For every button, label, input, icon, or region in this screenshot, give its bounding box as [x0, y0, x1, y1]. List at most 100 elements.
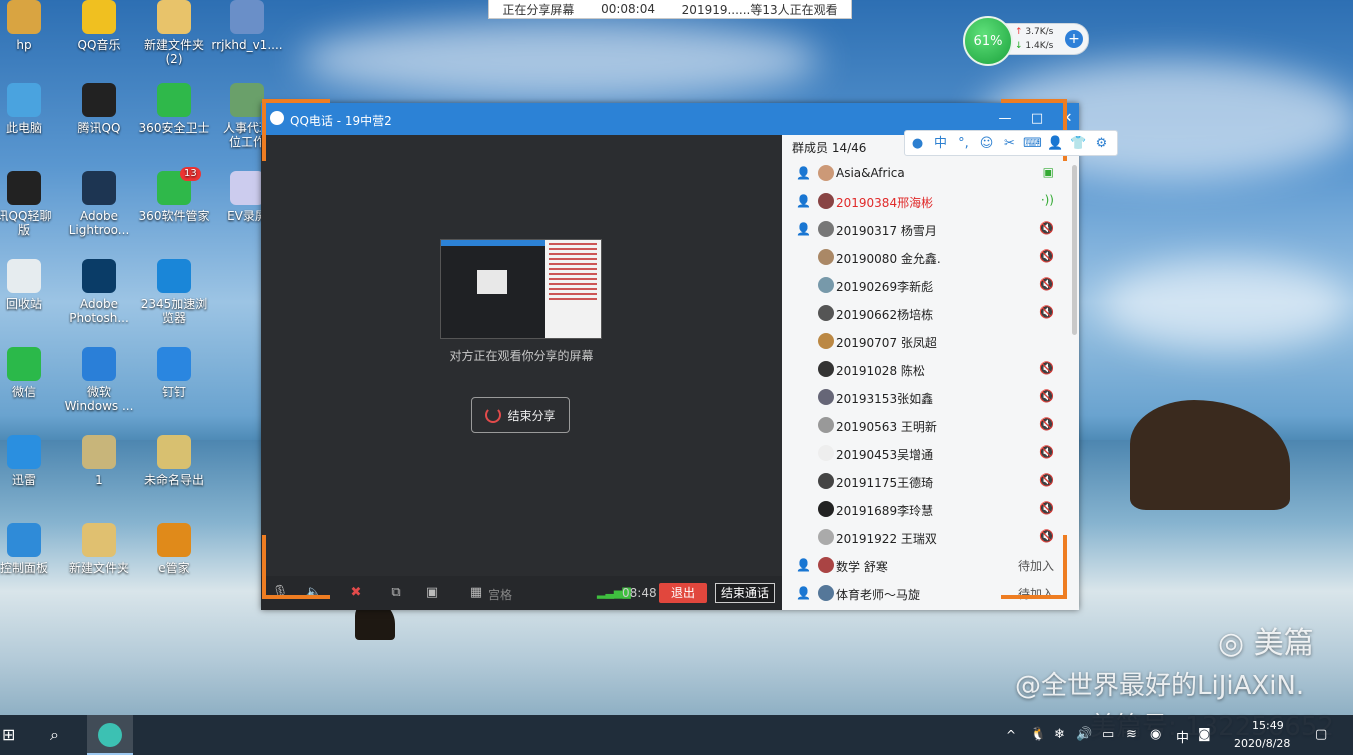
- desktop-icon-label: 360软件管家: [138, 209, 210, 223]
- ime-lang-toggle[interactable]: 中: [931, 134, 950, 153]
- online-user-icon: 👤: [796, 586, 811, 600]
- avatar: [818, 389, 834, 405]
- ime-toolbar[interactable]: ● 中 °, ☺ ✂ ⌨ 👤 👕 ⚙: [904, 130, 1118, 156]
- clock-date[interactable]: 2020/8/28: [1234, 737, 1290, 750]
- avatar: [818, 417, 834, 433]
- wifi-icon[interactable]: ≋: [1126, 727, 1137, 742]
- keyboard-icon[interactable]: ⌨: [1023, 134, 1042, 153]
- desktop-icon[interactable]: hp: [0, 0, 60, 52]
- avatar: [818, 585, 834, 601]
- member-row[interactable]: 👤 20190317 杨雪月 🔇: [782, 215, 1072, 243]
- person-icon[interactable]: 👤: [1046, 134, 1065, 153]
- scissors-icon[interactable]: ✂: [1000, 134, 1019, 153]
- member-row[interactable]: 20191689李玲慧 🔇: [782, 495, 1072, 523]
- desktop-icon[interactable]: 钉钉: [138, 347, 210, 399]
- desktop-icon[interactable]: 腾讯QQ: [63, 83, 135, 135]
- settings-gear-icon[interactable]: ⚙: [1092, 134, 1111, 153]
- notification-badge: 13: [180, 167, 201, 181]
- app-icon: [7, 435, 41, 469]
- punctuation-icon[interactable]: °,: [954, 134, 973, 153]
- desktop-icon[interactable]: 2345加速浏 览器: [138, 259, 210, 325]
- member-name: 体育老师～马旋: [836, 588, 921, 602]
- member-row[interactable]: 20191175王德琦 🔇: [782, 467, 1072, 495]
- app-icon: [82, 171, 116, 205]
- end-share-button[interactable]: 结束分享: [471, 397, 570, 433]
- grid-label[interactable]: 宫格: [488, 586, 512, 603]
- tray-360-icon[interactable]: ◉: [1150, 727, 1161, 742]
- desktop-icon[interactable]: 回收站: [0, 259, 60, 311]
- qq-call-window[interactable]: QQ电话 - 19中营2 — □ ✕ 对方正在观看你分享的屏幕 结束分享 🎙 🔈…: [261, 99, 1079, 610]
- desktop-icon[interactable]: e管家: [138, 523, 210, 575]
- member-row[interactable]: 20190662杨培栋 🔇: [782, 299, 1072, 327]
- memory-ball[interactable]: 61%: [963, 16, 1013, 66]
- desktop-icon[interactable]: 360安全卫士: [138, 83, 210, 135]
- mic-muted-icon: 🔇: [1039, 501, 1054, 515]
- desktop-icon[interactable]: QQ音乐: [63, 0, 135, 52]
- network-icon[interactable]: ▭: [1102, 727, 1114, 742]
- member-row[interactable]: 20193153张如鑫 🔇: [782, 383, 1072, 411]
- member-name: 20190707 张凤超: [836, 336, 937, 350]
- member-name: 20190317 杨雪月: [836, 224, 937, 238]
- desktop-icon[interactable]: 360软件管家 13: [138, 167, 210, 223]
- up-arrow-icon: ↑: [1015, 27, 1023, 37]
- share-screen-icon[interactable]: ⧉: [387, 585, 405, 601]
- desktop-icon[interactable]: Adobe Lightroo...: [63, 171, 135, 237]
- avatar: [818, 333, 834, 349]
- member-row[interactable]: 👤 Asia&Africa ▣: [782, 159, 1072, 187]
- desktop-icon[interactable]: 微软 Windows ...: [63, 347, 135, 413]
- tray-qq-icon-2[interactable]: ◙: [1198, 727, 1211, 742]
- member-scrollbar[interactable]: [1072, 165, 1077, 335]
- desktop-icon-label: 回收站: [5, 297, 42, 311]
- skin-icon[interactable]: 👕: [1069, 134, 1088, 153]
- member-row[interactable]: 20190453吴增通 🔇: [782, 439, 1072, 467]
- search-icon[interactable]: ⌕: [50, 725, 59, 745]
- online-user-icon: 👤: [796, 194, 811, 208]
- avatar: [818, 249, 834, 265]
- screen-share-bar[interactable]: 正在分享屏幕 00:08:04 201919......等13人正在观看: [488, 0, 852, 19]
- windows-start-icon[interactable]: ⊞: [2, 725, 15, 744]
- screen-preview: [440, 239, 602, 339]
- ime-indicator[interactable]: 中: [1176, 727, 1189, 746]
- clock-time[interactable]: 15:49: [1252, 719, 1284, 732]
- desktop-icon-label: Adobe Photosh...: [69, 297, 129, 325]
- desktop-icon[interactable]: 讯QQ轻聊 版: [0, 171, 60, 237]
- members-header: 群成员 14/46: [792, 141, 867, 155]
- desktop-icon[interactable]: 微信: [0, 347, 60, 399]
- desktop-icon-label: 钉钉: [161, 385, 186, 399]
- desktop-icon[interactable]: rrjkhd_v1....: [211, 0, 283, 52]
- network-speed-widget[interactable]: 61% ↑ 3.7K/s ↓ 1.4K/s +: [963, 16, 1089, 66]
- expand-icon[interactable]: +: [1065, 30, 1083, 48]
- desktop-icon[interactable]: 迅雷: [0, 435, 60, 487]
- member-row[interactable]: 👤 20190384邢海彬 ·)): [782, 187, 1072, 215]
- desktop-icon[interactable]: 新建文件夹: [63, 523, 135, 575]
- camera-off-icon[interactable]: ✖: [347, 585, 365, 601]
- desktop-icon[interactable]: 1: [63, 435, 135, 487]
- user-icon[interactable]: ●: [908, 134, 927, 153]
- desktop-icon[interactable]: 此电脑: [0, 83, 60, 135]
- member-row[interactable]: 20190269李新彪 🔇: [782, 271, 1072, 299]
- notification-icon[interactable]: ▢: [1315, 727, 1327, 742]
- tray-snow-icon[interactable]: ❄: [1054, 727, 1065, 742]
- call-controls: 🎙 🔈 ✖ ⧉ ▣ ▦ 宫格 ▂▃▅▇ 08:48 退出 结束通话: [261, 576, 782, 610]
- member-row[interactable]: 20190563 王明新 🔇: [782, 411, 1072, 439]
- exit-button[interactable]: 退出: [659, 583, 707, 603]
- member-row[interactable]: 20190080 金允鑫. 🔇: [782, 243, 1072, 271]
- member-row[interactable]: 20190707 张凤超: [782, 327, 1072, 355]
- member-row[interactable]: 20191028 陈松 🔇: [782, 355, 1072, 383]
- desktop-icon[interactable]: 未命名导出: [138, 435, 210, 487]
- taskbar-qq-call-app[interactable]: [87, 715, 133, 755]
- tray-expand-icon[interactable]: ^: [1006, 728, 1016, 742]
- projector-icon[interactable]: ▣: [423, 585, 441, 601]
- desktop-icon[interactable]: Adobe Photosh...: [63, 259, 135, 325]
- emoji-icon[interactable]: ☺: [977, 134, 996, 153]
- desktop-icon-label: 1: [95, 473, 103, 487]
- end-call-button[interactable]: 结束通话: [715, 583, 775, 603]
- tray-qq-icon[interactable]: 🐧: [1030, 727, 1046, 742]
- down-arrow-icon: ↓: [1015, 41, 1023, 51]
- desktop-icon[interactable]: 控制面板: [0, 523, 60, 575]
- grid-icon[interactable]: ▦: [467, 585, 485, 601]
- desktop-icon-label: 新建文件夹: [68, 561, 129, 575]
- app-icon: [157, 523, 191, 557]
- volume-icon[interactable]: 🔊: [1076, 727, 1092, 742]
- desktop-icon[interactable]: 新建文件夹 (2): [138, 0, 210, 66]
